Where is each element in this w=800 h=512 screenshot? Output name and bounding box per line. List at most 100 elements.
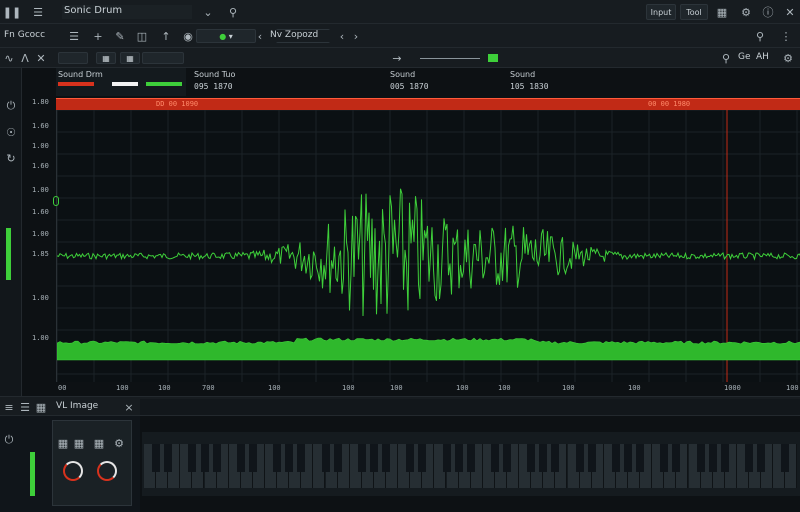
mode-select[interactable]: ● ▾ [196, 29, 256, 43]
wave-icon[interactable]: ∿ [2, 50, 16, 66]
piano-black-key[interactable] [708, 444, 717, 472]
piano-black-key[interactable] [503, 444, 511, 472]
piano-black-key[interactable] [539, 444, 548, 472]
piano-black-key[interactable] [285, 444, 294, 472]
piano-black-key[interactable] [490, 444, 499, 472]
channel-name[interactable]: Nv Zopozd [270, 30, 340, 42]
piano-black-key[interactable] [188, 444, 197, 472]
piano-black-key[interactable] [696, 444, 705, 472]
piano-black-key[interactable] [418, 444, 427, 472]
piano-black-key[interactable] [587, 444, 596, 472]
piano-black-key[interactable] [781, 444, 790, 472]
chevron-down-icon[interactable]: ⌄ [200, 4, 216, 20]
piano-black-key[interactable] [551, 444, 560, 472]
piano-black-key[interactable] [236, 444, 245, 472]
refresh-icon[interactable]: ↻ [3, 150, 19, 166]
piano-black-key[interactable] [527, 444, 536, 472]
next-icon[interactable]: › [350, 28, 362, 44]
peak-icon[interactable]: Λ [18, 50, 32, 66]
panel-sound-c[interactable]: Sound 005 1870 [388, 68, 468, 96]
piano-black-key[interactable] [200, 444, 209, 472]
piano-black-key[interactable] [624, 444, 632, 472]
globe-icon[interactable]: ☉ [3, 124, 19, 140]
x-tick: 100 [562, 384, 575, 392]
piano-black-key[interactable] [466, 444, 475, 472]
piano-black-key[interactable] [164, 444, 173, 472]
piano-black-key[interactable] [333, 444, 342, 472]
piano-black-key[interactable] [357, 444, 366, 472]
fx-icon[interactable]: ▦ [57, 437, 69, 450]
piano-keyboard[interactable] [142, 432, 800, 496]
back-icon[interactable]: ‹ [254, 28, 266, 44]
piano-black-key[interactable] [369, 444, 378, 472]
panel-sound-tuo[interactable]: Sound Tuo 095 1870 [192, 68, 272, 96]
knob-b[interactable] [97, 461, 117, 481]
piano-black-key[interactable] [442, 444, 451, 472]
piano-black-key[interactable] [575, 444, 584, 472]
piano-black-key[interactable] [720, 444, 729, 472]
piano-black-key[interactable] [273, 444, 282, 472]
piano-black-key[interactable] [454, 444, 463, 472]
fx-icon[interactable]: ▦ [73, 437, 85, 450]
power-icon[interactable]: ⏻ [2, 432, 16, 448]
piano-black-key[interactable] [660, 444, 669, 472]
settings-icon[interactable]: ⚙ [738, 4, 754, 20]
panel-sound-d[interactable]: Sound 105 1830 [508, 68, 588, 96]
tab-vl-image[interactable]: VL Image [56, 401, 120, 413]
eye-icon[interactable]: ◉ [180, 28, 196, 44]
close-icon[interactable]: ✕ [782, 4, 798, 20]
search-icon[interactable]: ⚲ [752, 28, 768, 44]
waveform-area[interactable] [53, 110, 800, 382]
knob-a[interactable] [63, 461, 83, 481]
menu-icon[interactable]: ☰ [30, 4, 46, 20]
close-icon[interactable]: × [122, 399, 136, 415]
layers-icon[interactable]: ◫ [134, 28, 150, 44]
piano-black-key[interactable] [382, 444, 390, 472]
settings-icon[interactable]: ⚙ [113, 437, 125, 450]
search-icon[interactable]: ⚲ [224, 4, 242, 20]
tool-button[interactable]: Tool [680, 4, 708, 20]
panel-btn[interactable] [142, 52, 184, 64]
grid-icon[interactable]: ▦ [34, 399, 48, 415]
panel-btn[interactable] [58, 52, 88, 64]
timeline-marker-bar[interactable]: DD 00 1090 00 00 1980 [56, 98, 800, 110]
tool-label-b[interactable]: AH [756, 52, 778, 64]
input-button[interactable]: Input [646, 4, 676, 20]
list-icon[interactable]: ☰ [18, 399, 32, 415]
piano-black-key[interactable] [745, 444, 753, 472]
arrow-icon[interactable]: ↑ [158, 28, 174, 44]
pause-icon[interactable]: ❚❚ [3, 4, 21, 20]
piano-black-key[interactable] [636, 444, 645, 472]
slider-line[interactable] [420, 58, 480, 59]
fx-icon[interactable]: ▦ [93, 437, 105, 450]
panel-btn[interactable]: ▦ [96, 52, 116, 64]
tool-label-a[interactable]: Ge [738, 52, 758, 64]
x-tick: 700 [202, 384, 215, 392]
tools-icon[interactable]: ✎ [112, 28, 128, 44]
piano-black-key[interactable] [152, 444, 161, 472]
list-icon[interactable]: ☰ [66, 28, 82, 44]
piano-black-key[interactable] [321, 444, 330, 472]
piano-black-key[interactable] [611, 444, 620, 472]
panel-btn[interactable]: ▦ [120, 52, 140, 64]
settings-icon[interactable]: ⚙ [780, 50, 796, 66]
panel-sound-drm[interactable]: Sound Drm [56, 68, 186, 96]
grid-icon[interactable]: ▦ [714, 4, 730, 20]
mute-icon[interactable]: ✕ [34, 50, 48, 66]
arrow-right-icon[interactable]: → [390, 50, 404, 66]
piano-black-key[interactable] [212, 444, 221, 472]
search-icon[interactable]: ⚲ [718, 50, 734, 66]
piano-black-key[interactable] [406, 444, 415, 472]
power-icon[interactable]: ⏻ [3, 98, 19, 114]
plugin-panel[interactable]: ▦ ▦ ▦ ⚙ [52, 420, 132, 506]
piano-black-key[interactable] [297, 444, 306, 472]
help-icon[interactable]: ⓘ [760, 4, 776, 20]
slider-thumb[interactable] [488, 54, 498, 62]
piano-black-key[interactable] [248, 444, 257, 472]
piano-black-key[interactable] [672, 444, 681, 472]
more-icon[interactable]: ⋮ [778, 28, 794, 44]
piano-black-key[interactable] [757, 444, 766, 472]
menu-icon[interactable]: ≡ [2, 399, 16, 415]
project-name[interactable]: Fn Gcocc [4, 30, 62, 42]
plus-icon[interactable]: + [90, 28, 106, 44]
